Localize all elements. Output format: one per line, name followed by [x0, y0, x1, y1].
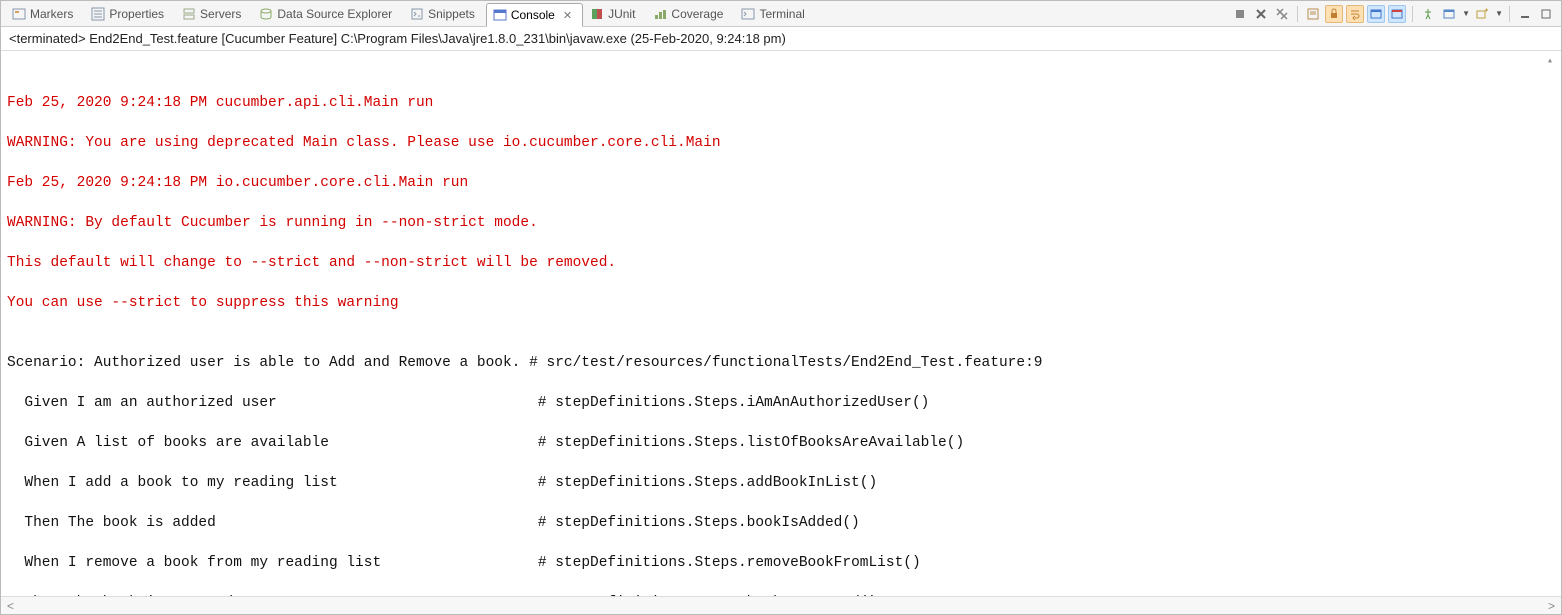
servers-icon: [182, 7, 196, 21]
tab-snippets[interactable]: Snippets: [403, 2, 486, 26]
console-warning-line: WARNING: You are using deprecated Main c…: [7, 133, 1555, 153]
view-tabbar: Markers Properties Servers Data Source E…: [1, 1, 1561, 27]
separator: [1509, 6, 1510, 22]
tab-label: Servers: [200, 7, 241, 21]
horizontal-scrollbar[interactable]: < >: [1, 596, 1561, 614]
step-line: Then The book is removed # stepDefinitio…: [7, 593, 1555, 596]
dropdown-icon[interactable]: ▼: [1462, 9, 1470, 18]
coverage-icon: [653, 7, 667, 21]
datasource-icon: [259, 7, 273, 21]
tab-label: Console: [511, 8, 555, 22]
scroll-right-icon[interactable]: >: [1548, 599, 1555, 613]
tab-label: Markers: [30, 7, 73, 21]
console-warning-line: Feb 25, 2020 9:24:18 PM io.cucumber.core…: [7, 173, 1555, 193]
scenario-header: Scenario: Authorized user is able to Add…: [7, 353, 1555, 373]
tab-label: Coverage: [671, 7, 723, 21]
step-line: Given I am an authorized user # stepDefi…: [7, 393, 1555, 413]
clear-console-button[interactable]: [1304, 5, 1322, 23]
console-warning-line: You can use --strict to suppress this wa…: [7, 293, 1555, 313]
console-warning-line: WARNING: By default Cucumber is running …: [7, 213, 1555, 233]
minimize-view-button[interactable]: [1516, 5, 1534, 23]
tab-coverage[interactable]: Coverage: [646, 2, 734, 26]
step-line: When I add a book to my reading list # s…: [7, 473, 1555, 493]
tab-datasource-explorer[interactable]: Data Source Explorer: [252, 2, 403, 26]
tab-console[interactable]: Console ✕: [486, 3, 583, 27]
snippets-icon: [410, 7, 424, 21]
tab-servers[interactable]: Servers: [175, 2, 252, 26]
console-warning-line: This default will change to --strict and…: [7, 253, 1555, 273]
pin-console-button[interactable]: [1419, 5, 1437, 23]
scroll-lock-button[interactable]: [1325, 5, 1343, 23]
tab-label: Properties: [109, 7, 164, 21]
console-toolbar: ▼ ▼: [1231, 5, 1557, 23]
markers-icon: [12, 7, 26, 21]
step-line: Given A list of books are available # st…: [7, 433, 1555, 453]
display-selected-console-button[interactable]: [1440, 5, 1458, 23]
tab-properties[interactable]: Properties: [84, 2, 175, 26]
tab-junit[interactable]: JUnit: [583, 2, 646, 26]
step-line: Then The book is added # stepDefinitions…: [7, 513, 1555, 533]
tab-label: Terminal: [759, 7, 804, 21]
launch-status-line: <terminated> End2End_Test.feature [Cucum…: [1, 27, 1561, 51]
tab-terminal[interactable]: Terminal: [734, 2, 815, 26]
new-console-button[interactable]: [1473, 5, 1491, 23]
console-icon: [493, 8, 507, 22]
show-on-out-button[interactable]: [1367, 5, 1385, 23]
word-wrap-button[interactable]: [1346, 5, 1364, 23]
remove-launch-button[interactable]: [1252, 5, 1270, 23]
close-icon[interactable]: ✕: [563, 9, 572, 22]
properties-icon: [91, 7, 105, 21]
tab-markers[interactable]: Markers: [5, 2, 84, 26]
console-output[interactable]: ▴ Feb 25, 2020 9:24:18 PM cucumber.api.c…: [1, 51, 1561, 596]
scroll-up-icon[interactable]: ▴: [1543, 55, 1557, 69]
step-line: When I remove a book from my reading lis…: [7, 553, 1555, 573]
maximize-view-button[interactable]: [1537, 5, 1555, 23]
show-on-err-button[interactable]: [1388, 5, 1406, 23]
terminal-icon: [741, 7, 755, 21]
junit-icon: [590, 7, 604, 21]
tab-label: Data Source Explorer: [277, 7, 392, 21]
console-warning-line: Feb 25, 2020 9:24:18 PM cucumber.api.cli…: [7, 93, 1555, 113]
separator: [1297, 6, 1298, 22]
remove-all-launches-button[interactable]: [1273, 5, 1291, 23]
tab-label: Snippets: [428, 7, 475, 21]
dropdown-icon[interactable]: ▼: [1495, 9, 1503, 18]
separator: [1412, 6, 1413, 22]
tab-label: JUnit: [608, 7, 635, 21]
terminate-button[interactable]: [1231, 5, 1249, 23]
scroll-left-icon[interactable]: <: [7, 599, 14, 613]
